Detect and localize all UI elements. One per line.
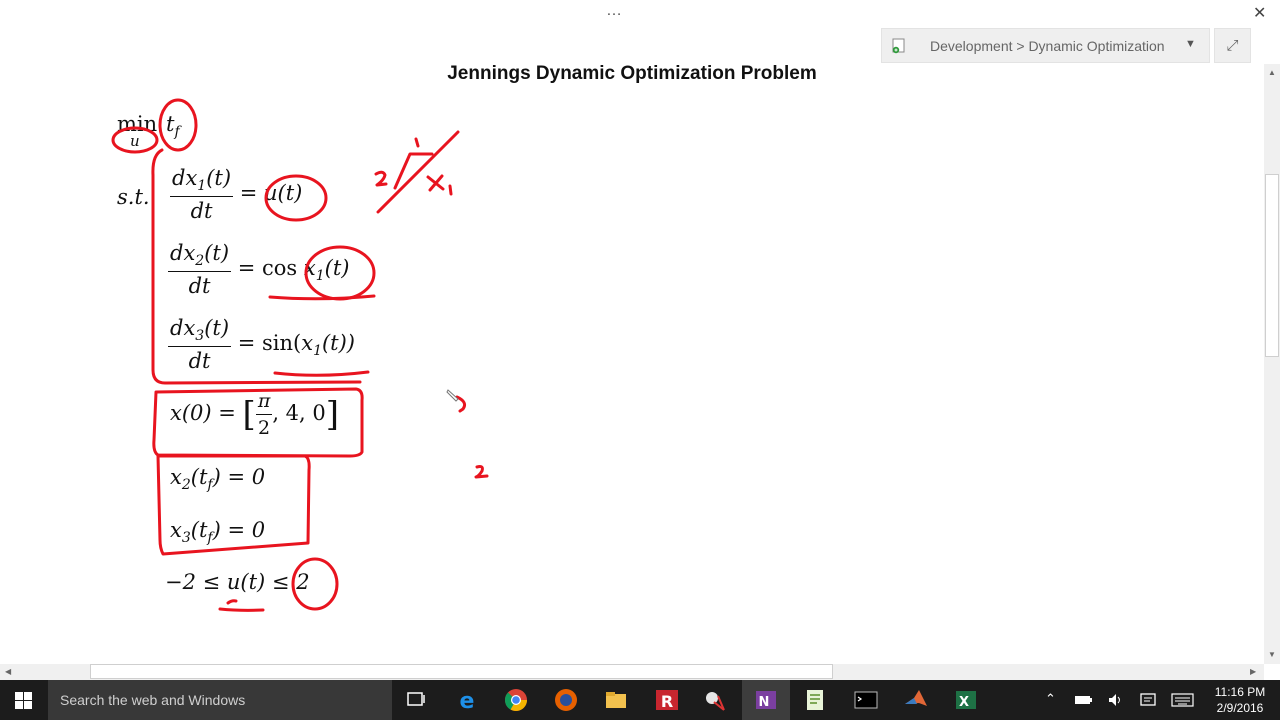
horizontal-scroll-thumb[interactable]	[90, 664, 833, 679]
search-placeholder: Search the web and Windows	[60, 692, 246, 708]
close-icon[interactable]: ✕	[1253, 3, 1266, 23]
ode-equation-1: dx1(t) dt = u(t)	[170, 166, 303, 224]
ink-slope-sketch	[376, 130, 460, 214]
vertical-scroll-thumb[interactable]	[1265, 174, 1279, 357]
ink-number-2	[374, 170, 388, 187]
volume-icon[interactable]	[1107, 692, 1125, 708]
page-title: Jennings Dynamic Optimization Problem	[447, 63, 817, 84]
snipping-tool-icon[interactable]	[700, 684, 732, 716]
taskbar-search-box[interactable]: Search the web and Windows	[48, 680, 392, 720]
ink-x1-label	[426, 174, 453, 196]
ink-squiggle-2	[474, 465, 489, 479]
onenote-icon: N	[756, 691, 776, 710]
scroll-left-icon[interactable]: ◀	[5, 667, 11, 676]
pen-cursor-icon	[446, 389, 459, 402]
ode-equation-2: dx2(t) dt = cos x1(t)	[168, 241, 350, 299]
clock-time: 11:16 PM	[1214, 685, 1266, 699]
edge-icon[interactable]: e	[451, 684, 483, 716]
chevron-down-icon[interactable]: ▼	[1185, 38, 1196, 50]
firefox-icon[interactable]	[550, 684, 582, 716]
keyboard-icon[interactable]	[1171, 692, 1195, 708]
taskbar-clock[interactable]: 11:16 PM 2/9/2016	[1210, 684, 1270, 716]
matlab-icon[interactable]	[900, 684, 932, 716]
svg-text:X: X	[959, 695, 969, 710]
notebook-icon	[892, 38, 905, 54]
command-prompt-icon[interactable]	[850, 684, 882, 716]
scroll-right-icon[interactable]: ▶	[1250, 667, 1256, 676]
excel-icon[interactable]: X	[950, 684, 982, 716]
show-hidden-icons-icon[interactable]: ⌃	[1045, 691, 1056, 707]
terminal-condition-x2: x2(tf) = 0	[170, 465, 266, 494]
chrome-icon[interactable]	[500, 684, 532, 716]
ink-underline-u	[218, 599, 265, 612]
notebook-location-text: Development > Dynamic Optimization	[930, 38, 1165, 54]
svg-text:R: R	[661, 692, 673, 711]
task-view-icon[interactable]	[400, 684, 432, 716]
initial-condition: x(0) = [π 2, 4, 0]	[170, 390, 340, 439]
expand-icon[interactable]: ⤢	[1214, 28, 1251, 63]
control-bound: −2 ≤ u(t) ≤ 2	[165, 570, 310, 594]
file-explorer-icon[interactable]	[600, 684, 632, 716]
svg-text:N: N	[759, 695, 770, 710]
notebook-location-bar[interactable]: Development > Dynamic Optimization ▼	[881, 28, 1210, 63]
r-app-icon[interactable]: R	[651, 684, 683, 716]
subject-to-label: s.t.	[117, 185, 150, 209]
battery-icon[interactable]	[1074, 692, 1094, 708]
terminal-condition-x3: x3(tf) = 0	[170, 518, 266, 547]
onenote-active-tab[interactable]: N	[742, 680, 790, 720]
start-button[interactable]	[0, 680, 48, 720]
scroll-up-icon[interactable]: ▲	[1268, 68, 1276, 77]
taskbar: Search the web and Windows e R N X ⌃ 11:…	[0, 680, 1280, 720]
min-subscript: u	[130, 132, 140, 150]
ode-equation-3: dx3(t) dt = sin(x1(t))	[168, 316, 356, 374]
scroll-down-icon[interactable]: ▼	[1268, 650, 1276, 659]
windows-logo-icon	[15, 692, 32, 709]
action-center-icon[interactable]	[1139, 691, 1157, 709]
notepad-plus-icon[interactable]	[800, 684, 832, 716]
objective-tf: tf	[166, 112, 180, 141]
vertical-scrollbar[interactable]	[1264, 64, 1280, 664]
clock-date: 2/9/2016	[1216, 701, 1264, 715]
more-options-icon[interactable]: …	[606, 2, 623, 20]
svg-text:e: e	[460, 689, 475, 714]
